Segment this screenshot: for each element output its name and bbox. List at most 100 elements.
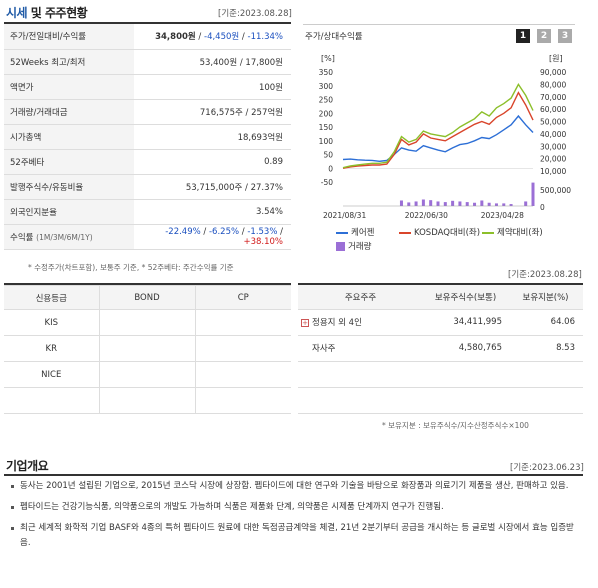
- shareholder-name-cell: 자사주: [298, 335, 423, 362]
- shareholders-footnote: * 보유지분 : 보유주식수/지수산정주식수×100: [382, 421, 529, 430]
- legend-label: 제약대비(좌): [497, 228, 543, 238]
- series-line: [342, 83, 534, 169]
- volume-bar: [436, 201, 440, 206]
- right-tick-label: 10,000: [540, 167, 566, 176]
- table-row: [298, 387, 583, 414]
- empty-cell: [298, 361, 423, 388]
- cp-cell: [194, 309, 291, 336]
- table-row: 52주베타 0.89: [4, 149, 291, 175]
- ref-date: [기준:2023.08.28]: [508, 270, 582, 280]
- bond-cell: [98, 361, 196, 388]
- column-header: 보유지분(%): [508, 285, 583, 310]
- table-row: 거래량/거래대금 716,575주 / 257억원: [4, 99, 291, 125]
- empty-cell: [508, 361, 583, 388]
- legend-label: 거래량: [348, 242, 372, 252]
- legend-label: 케어젠: [351, 228, 375, 238]
- price-chart: [%] [원] 350 300 250 200 150 100 50 0 -50 90,000 80,0…: [319, 54, 572, 220]
- right-tick-label: 50,000: [540, 118, 566, 127]
- row-value: 3.54%: [134, 199, 291, 225]
- legend-line-icon: [336, 231, 348, 234]
- legend-item-kosdaq: KOSDAQ대비(좌): [399, 226, 480, 238]
- series-line: [342, 114, 534, 163]
- row-label-sub: (1M/3M/6M/1Y): [36, 232, 93, 242]
- agency-cell: KIS: [4, 309, 100, 336]
- right-tick-label: 70,000: [540, 93, 566, 102]
- shareholders-table: 주요주주 보유주식수(보통) 보유지분(%) + 정용지 외 4인 34,411,…: [298, 285, 583, 414]
- volume-bar: [473, 202, 477, 206]
- volume-tick-label: 500,000: [540, 186, 571, 195]
- cp-cell: [194, 335, 291, 362]
- divider: [4, 474, 583, 476]
- left-tick-label: 150: [319, 123, 334, 132]
- separator: /: [239, 32, 248, 43]
- empty-cell: [508, 387, 583, 414]
- overview-list: 동사는 2001년 설립된 기업으로, 2015년 코스닥 시장에 상장함. 펩…: [8, 479, 583, 551]
- shares-cell: 4,580,765: [423, 335, 508, 362]
- row-label: 발행주식수/유동비율: [4, 174, 134, 200]
- volume-bar: [465, 202, 469, 206]
- ref-date: [기준:2023.06.23]: [510, 463, 584, 473]
- row-label: 수익률 (1M/3M/6M/1Y): [4, 224, 134, 250]
- shareholder-name-cell: + 정용지 외 4인: [298, 309, 423, 336]
- chart-tab-3[interactable]: 3: [558, 29, 572, 43]
- column-header: 주요주주: [298, 285, 423, 310]
- credit-rating-table: 신용등급 BOND CP KIS KR NICE: [4, 285, 291, 414]
- shareholder-name[interactable]: 정용지 외 4인: [312, 318, 362, 328]
- row-label: 시가총액: [4, 124, 134, 150]
- table-row: 수익률 (1M/3M/6M/1Y) -22.49% / -6.25% / -1.…: [4, 224, 291, 250]
- row-value: 53,715,000주 / 27.37%: [134, 174, 291, 200]
- left-tick-label: 0: [328, 164, 333, 173]
- legend-item-pharma: 제약대비(좌): [482, 226, 543, 238]
- chart-tab-2[interactable]: 2: [537, 29, 551, 43]
- agency-cell: NICE: [4, 361, 100, 388]
- current-price: 34,800원: [155, 32, 196, 43]
- row-value: 53,400원 / 17,800원: [134, 49, 291, 75]
- left-tick-label: 250: [319, 96, 334, 105]
- chart-tab-1[interactable]: 1: [516, 29, 530, 43]
- volume-bar: [399, 200, 403, 206]
- row-value: 0.89: [134, 149, 291, 175]
- cp-cell: [194, 361, 291, 388]
- row-label: 액면가: [4, 74, 134, 100]
- row-label-main: 수익률: [10, 232, 34, 243]
- divider: [303, 24, 575, 25]
- chart-title: 주가/상대수익률: [305, 32, 363, 42]
- table-row: 자사주 4,580,765 8.53: [298, 335, 583, 362]
- expand-plus-icon[interactable]: +: [301, 318, 309, 327]
- legend-box-icon: [336, 242, 345, 251]
- empty-cell: [4, 387, 100, 414]
- x-tick-label: 2022/06/30: [405, 211, 448, 220]
- table-row: KIS: [4, 309, 291, 336]
- left-tick-label: 350: [319, 68, 334, 77]
- left-tick-label: 300: [319, 82, 334, 91]
- column-header: CP: [194, 285, 291, 310]
- table-header-row: 신용등급 BOND CP: [4, 285, 291, 310]
- return-1y: +38.10%: [243, 236, 283, 247]
- right-tick-label: 90,000: [540, 68, 566, 77]
- bond-cell: [98, 309, 196, 336]
- column-header: 신용등급: [4, 285, 100, 310]
- volume-bar: [494, 203, 498, 206]
- table-row: 52Weeks 최고/최저 53,400원 / 17,800원: [4, 49, 291, 75]
- x-tick-label: 2023/04/28: [481, 211, 524, 220]
- volume-tick-label: 0: [540, 203, 545, 212]
- volume-bar: [443, 202, 447, 206]
- right-tick-label: 20,000: [540, 155, 566, 164]
- agency-cell: KR: [4, 335, 100, 362]
- shares-cell: 34,411,995: [423, 309, 508, 336]
- row-label: 거래량/거래대금: [4, 99, 134, 125]
- right-tick-label: 30,000: [540, 142, 566, 151]
- row-value: 18,693억원: [134, 124, 291, 150]
- volume-bar: [407, 202, 411, 206]
- return-1m: -22.49%: [165, 226, 201, 237]
- row-label: 주가/전일대비/수익률: [4, 24, 134, 50]
- volume-bar: [414, 201, 418, 206]
- table-row: 액면가 100원: [4, 74, 291, 100]
- table-row: 외국인지분율 3.54%: [4, 199, 291, 225]
- table-row: 시가총액 18,693억원: [4, 124, 291, 150]
- separator: /: [195, 32, 204, 43]
- table-row: 발행주식수/유동비율 53,715,000주 / 27.37%: [4, 174, 291, 200]
- volume-bar: [480, 200, 484, 206]
- right-axis-unit: [원]: [549, 54, 563, 63]
- ref-date: [기준:2023.08.28]: [218, 9, 292, 19]
